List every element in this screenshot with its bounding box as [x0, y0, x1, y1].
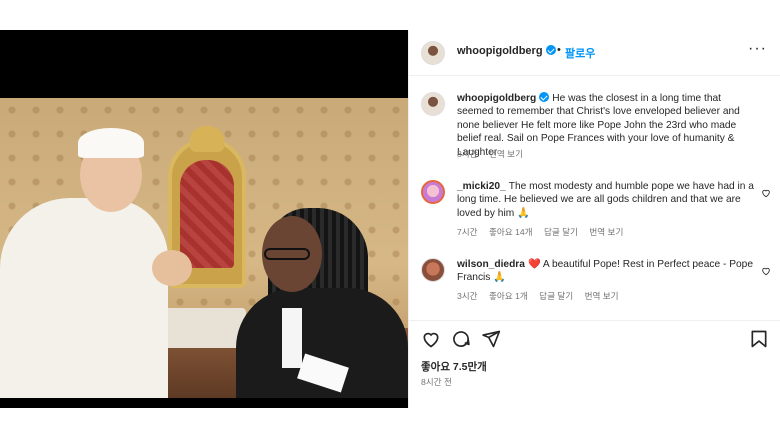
pope-zucchetto	[78, 128, 144, 158]
avatar[interactable]	[421, 41, 445, 65]
caption-username[interactable]: whoopigoldberg	[457, 93, 536, 104]
verified-badge-icon	[545, 45, 556, 55]
pope-figure	[0, 198, 168, 398]
avatar[interactable]	[421, 258, 445, 282]
comments-list[interactable]: whoopigoldberg He was the closest in a lo…	[409, 76, 780, 316]
side-table	[156, 308, 246, 348]
translate-link[interactable]: 번역 보기	[589, 227, 623, 237]
woman-glasses	[264, 248, 310, 260]
woman-shirt	[282, 308, 302, 368]
comment-text-block: _micki20_ The most modesty and humble pop…	[457, 180, 757, 220]
comment-username[interactable]: wilson_diedra	[457, 259, 525, 270]
page-bottom-area	[0, 408, 780, 438]
comment-meta: 3시간 좋아요 1개 답글 달기 번역 보기	[457, 290, 628, 302]
post-photo	[0, 98, 408, 398]
post-username[interactable]: whoopigoldberg	[457, 45, 543, 57]
post-actions: 좋아요 7.5만개 8시간 전	[409, 320, 780, 408]
comment-time: 3시간	[457, 291, 478, 301]
pope-hand	[152, 250, 192, 286]
comment-meta: 7시간 좋아요 14개 답글 달기 번역 보기	[457, 226, 632, 238]
comment-likes[interactable]: 좋아요 1개	[489, 291, 528, 301]
comment-time: 7시간	[457, 227, 478, 237]
post-media[interactable]	[0, 30, 408, 408]
throne-upholstery	[180, 160, 234, 268]
comment-icon[interactable]	[451, 329, 471, 349]
comment-username[interactable]: _micki20_	[457, 181, 506, 192]
send-icon[interactable]	[481, 329, 501, 349]
like-count[interactable]: 좋아요 7.5만개	[421, 359, 487, 374]
post-sidebar: whoopigoldberg • 팔로우 ··· whoopigoldberg H…	[408, 30, 780, 408]
caption-time[interactable]: 8시간	[457, 149, 478, 159]
reply-link[interactable]: 답글 달기	[539, 291, 573, 301]
heart-icon[interactable]	[761, 188, 771, 198]
bookmark-icon[interactable]	[749, 329, 769, 349]
throne-crest	[190, 126, 224, 152]
avatar[interactable]	[421, 180, 445, 204]
heart-icon[interactable]	[421, 329, 441, 349]
verified-badge-icon	[539, 92, 550, 102]
avatar[interactable]	[421, 92, 445, 116]
post-time: 8시간 전	[421, 377, 452, 387]
reply-link[interactable]: 답글 달기	[544, 227, 578, 237]
more-options-icon[interactable]: ···	[748, 40, 767, 58]
dot-separator: •	[557, 44, 561, 56]
comment-text-block: wilson_diedra ❤️ A beautiful Pope! Rest i…	[457, 258, 757, 285]
follow-button[interactable]: 팔로우	[565, 45, 595, 61]
translate-link[interactable]: 번역 보기	[585, 291, 619, 301]
post-author[interactable]: whoopigoldberg	[457, 45, 556, 57]
translate-link[interactable]: 번역 보기	[489, 149, 523, 159]
heart-icon[interactable]	[761, 266, 771, 276]
post-header: whoopigoldberg • 팔로우 ···	[409, 30, 780, 76]
comment-likes[interactable]: 좋아요 14개	[489, 227, 533, 237]
caption-meta: 8시간 번역 보기	[457, 148, 532, 160]
